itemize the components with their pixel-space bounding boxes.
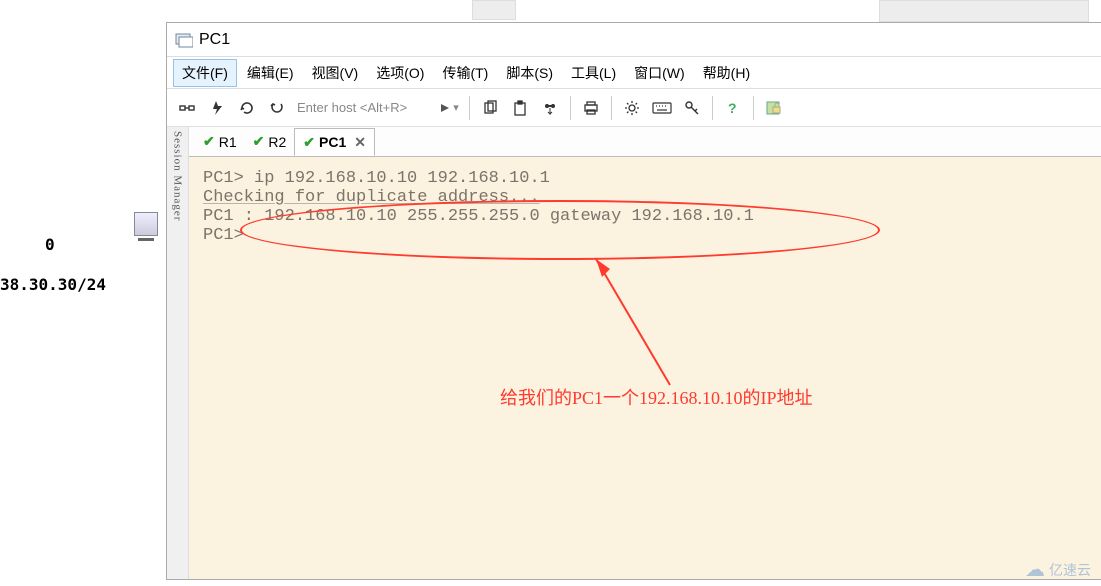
window-title: PC1 (199, 31, 230, 49)
menu-tools[interactable]: 工具(L) (563, 60, 624, 86)
bg-strip-1 (472, 0, 516, 20)
topology-label-0: 0 (45, 235, 55, 254)
go-icon[interactable]: ▾ (435, 94, 463, 122)
titlebar: PC1 (167, 23, 1101, 57)
session-manager-tab[interactable]: Session Manager (167, 127, 189, 579)
tab-r1[interactable]: ✔R1 (195, 128, 245, 156)
toolbar: Enter host <Alt+R> ▾ ? (167, 89, 1101, 127)
app-icon (175, 31, 193, 49)
topology-label-ip: 38.30.30/24 (0, 275, 106, 294)
keyboard-icon[interactable] (648, 94, 676, 122)
connect-icon[interactable] (173, 94, 201, 122)
check-icon: ✔ (253, 133, 265, 150)
terminal-line: PC1> ip 192.168.10.10 192.168.10.1 (203, 169, 1087, 188)
disconnect-icon[interactable] (263, 94, 291, 122)
bg-strip-2 (879, 0, 1089, 22)
quick-connect-icon[interactable] (203, 94, 231, 122)
menu-transfer[interactable]: 传输(T) (434, 60, 496, 86)
pc-node-icon (134, 212, 158, 262)
close-icon[interactable]: ✕ (354, 134, 366, 151)
menubar: 文件(F) 编辑(E) 视图(V) 选项(O) 传输(T) 脚本(S) 工具(L… (167, 57, 1101, 89)
paste-icon[interactable] (506, 94, 534, 122)
host-input[interactable]: Enter host <Alt+R> (293, 100, 433, 115)
lock-session-icon[interactable] (760, 94, 788, 122)
help-icon[interactable]: ? (719, 94, 747, 122)
svg-text:?: ? (728, 100, 737, 116)
terminal-output[interactable]: PC1> ip 192.168.10.10 192.168.10.1 Check… (189, 157, 1101, 579)
cloud-icon: ☁ (1025, 557, 1045, 582)
watermark: ☁亿速云 (1025, 557, 1091, 582)
print-icon[interactable] (577, 94, 605, 122)
check-icon: ✔ (203, 133, 215, 150)
tab-pc1[interactable]: ✔PC1✕ (294, 128, 375, 156)
securecrt-window: PC1 文件(F) 编辑(E) 视图(V) 选项(O) 传输(T) 脚本(S) … (166, 22, 1101, 580)
annotation-text: 给我们的PC1一个192.168.10.10的IP地址 (500, 384, 813, 410)
menu-file[interactable]: 文件(F) (173, 59, 237, 87)
terminal-line: PC1 : 192.168.10.10 255.255.255.0 gatewa… (203, 207, 1087, 226)
copy-icon[interactable] (476, 94, 504, 122)
settings-icon[interactable] (618, 94, 646, 122)
tab-r2[interactable]: ✔R2 (245, 128, 295, 156)
menu-help[interactable]: 帮助(H) (695, 60, 758, 86)
terminal-line: PC1> (203, 226, 1087, 245)
terminal-line: Checking for duplicate address... (203, 188, 1087, 207)
menu-view[interactable]: 视图(V) (304, 60, 367, 86)
check-icon: ✔ (303, 134, 315, 151)
tab-bar: ✔R1 ✔R2 ✔PC1✕ (189, 127, 1101, 157)
menu-options[interactable]: 选项(O) (368, 60, 432, 86)
reconnect-icon[interactable] (233, 94, 261, 122)
topology-background: 0 38.30.30/24 (0, 0, 160, 586)
find-icon[interactable] (536, 94, 564, 122)
key-icon[interactable] (678, 94, 706, 122)
menu-edit[interactable]: 编辑(E) (239, 60, 302, 86)
menu-window[interactable]: 窗口(W) (626, 60, 693, 86)
menu-script[interactable]: 脚本(S) (498, 60, 561, 86)
